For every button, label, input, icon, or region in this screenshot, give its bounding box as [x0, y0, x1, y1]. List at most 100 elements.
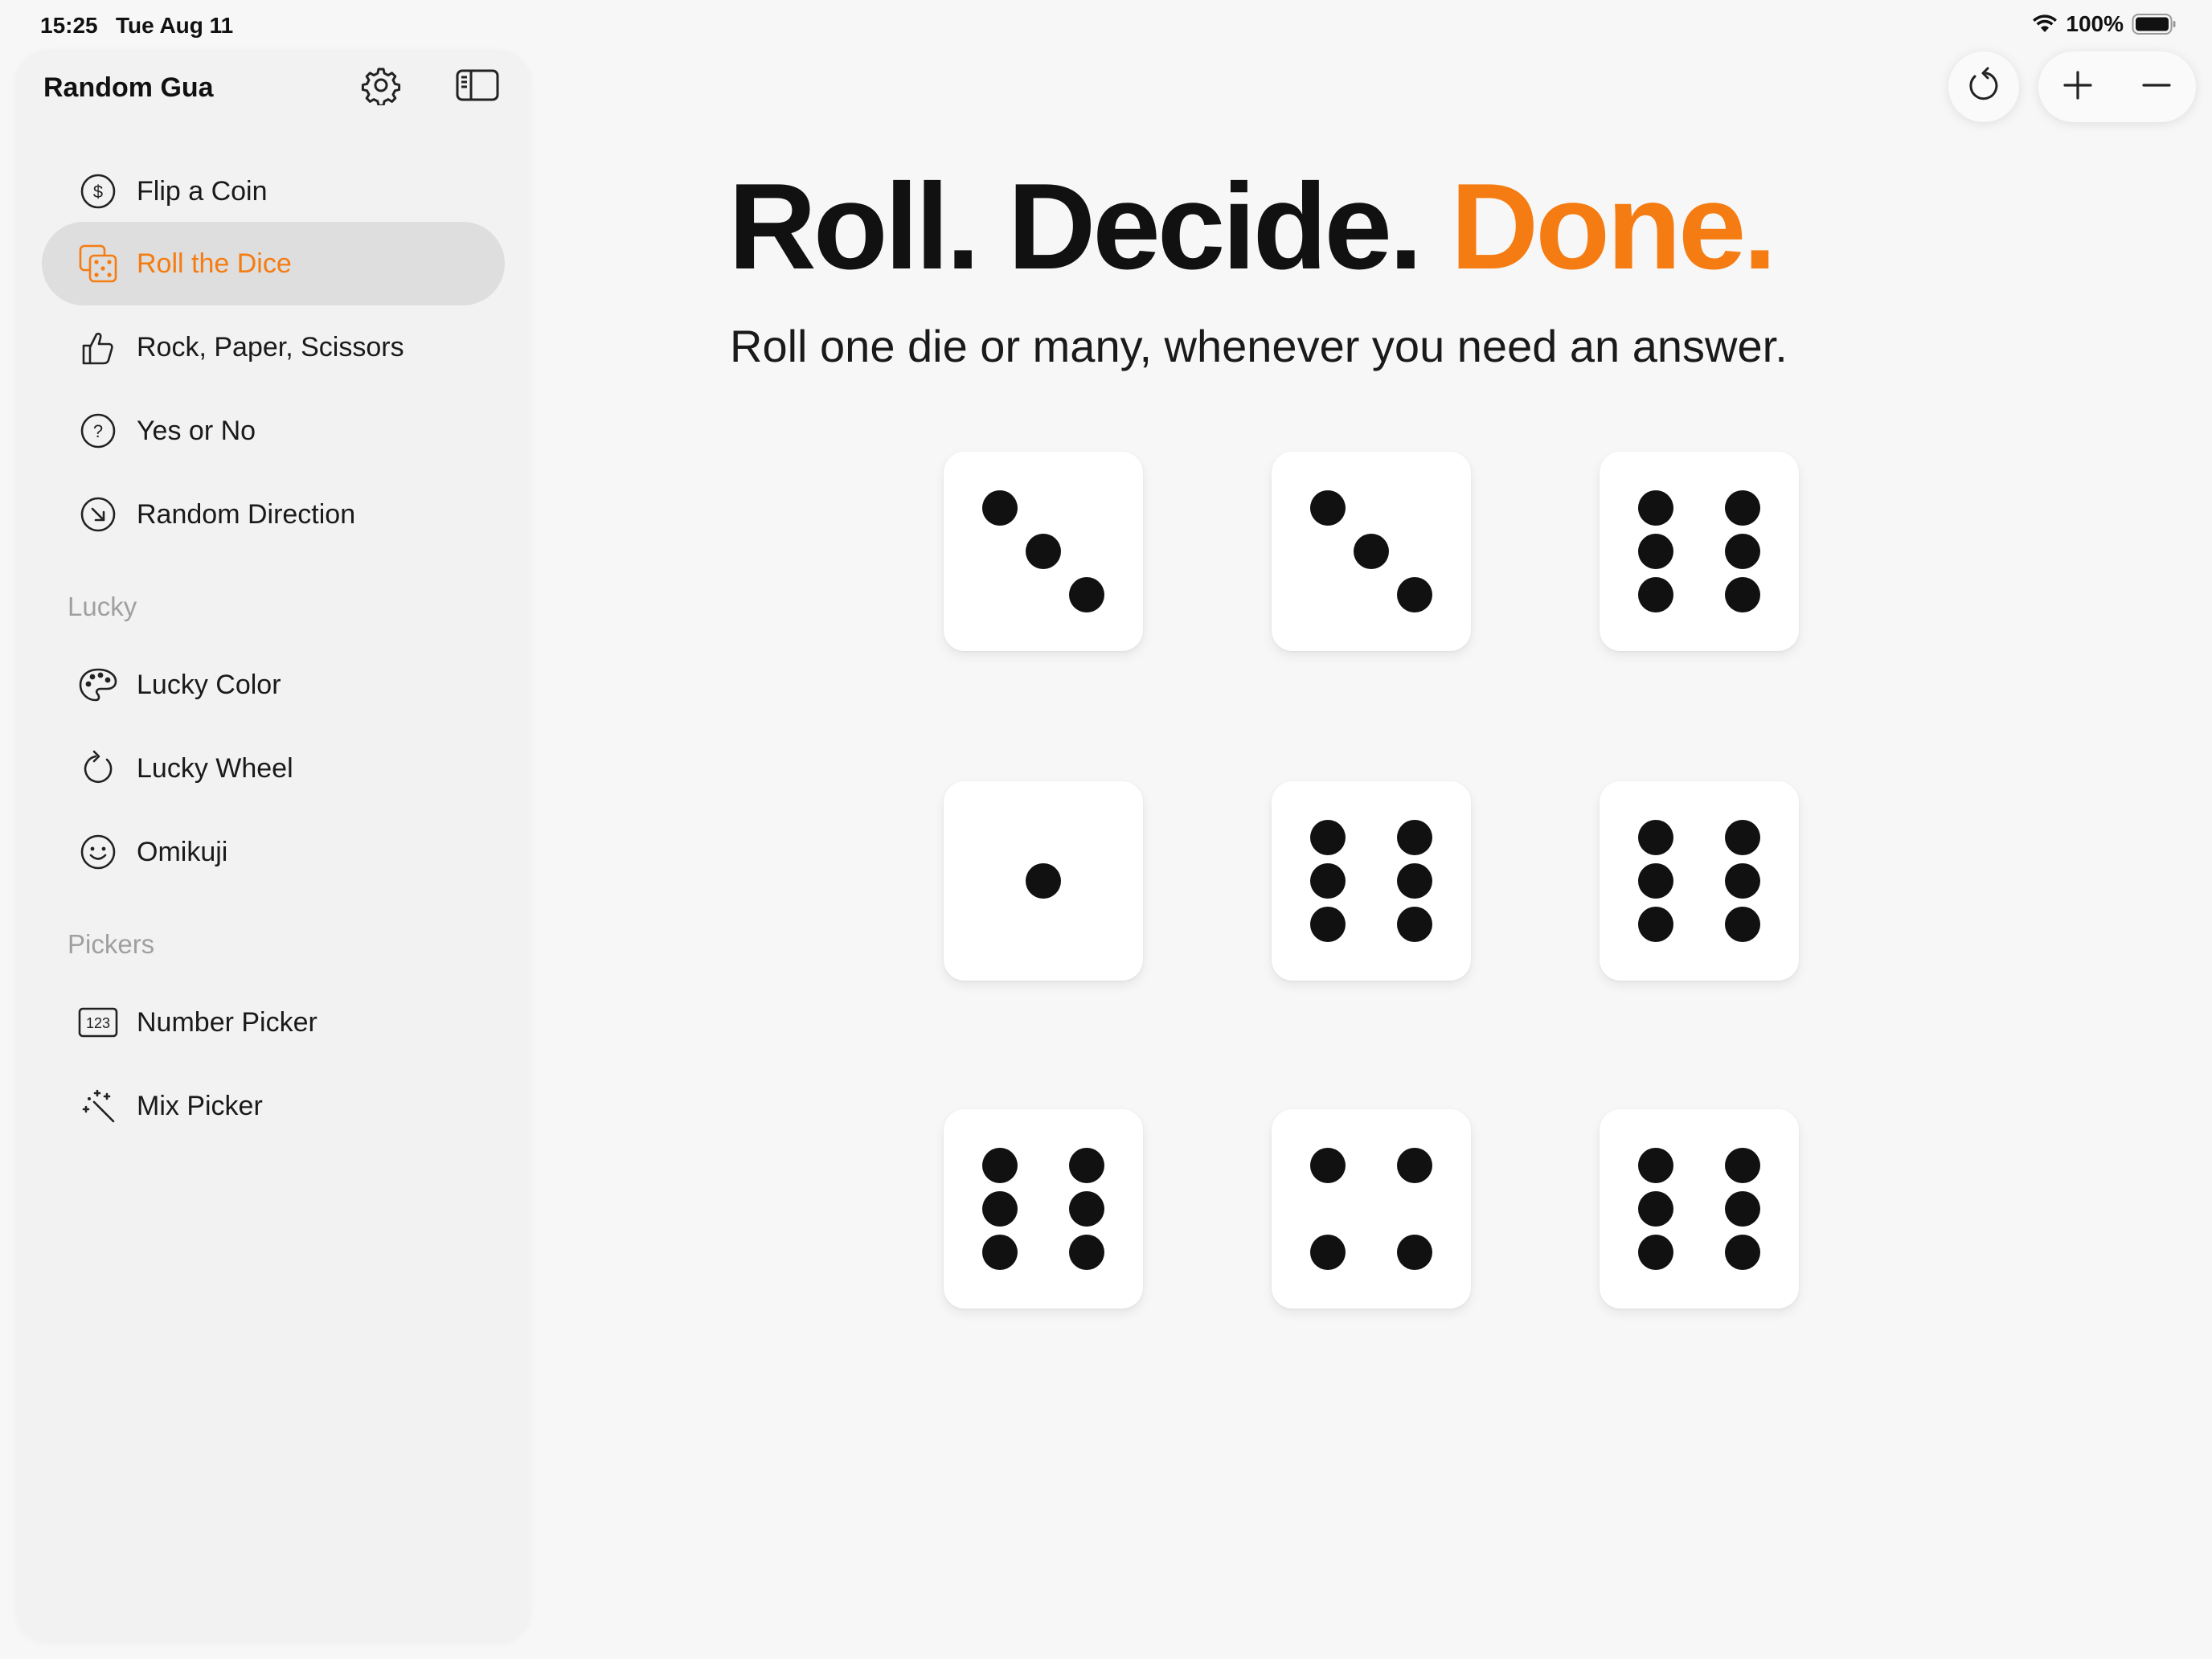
sidebar-item-label: Number Picker [137, 1006, 317, 1038]
battery-icon [2132, 13, 2177, 35]
die-6[interactable] [1600, 781, 1799, 981]
die-pip [1725, 820, 1760, 855]
sidebar-item-label: Mix Picker [137, 1090, 263, 1121]
svg-text:123: 123 [86, 1015, 110, 1031]
die-pip [1397, 1235, 1432, 1270]
die-pip [1638, 863, 1673, 899]
sidebar-item-number-picker[interactable]: 123 Number Picker [42, 981, 505, 1064]
die-pip [982, 1235, 1018, 1270]
die-pip [1397, 577, 1432, 612]
dollar-circle-icon: $ [77, 170, 119, 212]
die-pip [1638, 907, 1673, 942]
die-7[interactable] [944, 1109, 1143, 1309]
die-pip [1725, 1191, 1760, 1227]
hero-title-main: Roll. Decide. [728, 158, 1451, 295]
svg-text:$: $ [93, 182, 103, 202]
sidebar-item-lucky-wheel[interactable]: Lucky Wheel [42, 727, 505, 810]
hero-subtitle: Roll one die or many, whenever you need … [730, 321, 1788, 371]
hero-title-accent: Done. [1450, 158, 1776, 295]
smiley-icon [77, 831, 119, 873]
die-pip [1638, 1235, 1673, 1270]
die-pip [1397, 820, 1432, 855]
die-pip [1725, 534, 1760, 569]
die-pip [1310, 490, 1346, 526]
section-title-pickers: Pickers [68, 929, 155, 959]
sidebar-item-label: Roll the Dice [137, 248, 292, 279]
section-title-lucky: Lucky [68, 592, 137, 621]
remove-die-button[interactable] [2117, 51, 2196, 122]
sidebar-item-label: Lucky Color [137, 669, 281, 700]
add-die-button[interactable] [2038, 51, 2117, 122]
die-pip [1310, 907, 1346, 942]
palette-icon [77, 664, 119, 706]
question-circle-icon: ? [77, 410, 119, 452]
die-3[interactable] [1600, 452, 1799, 651]
wifi-icon [2032, 14, 2058, 34]
sidebar-item-yes-or-no[interactable]: ? Yes or No [42, 389, 505, 473]
magic-wand-icon [77, 1085, 119, 1127]
battery-percent: 100% [2066, 11, 2124, 36]
sidebar-toggle-button[interactable] [453, 63, 502, 111]
die-pip [1725, 1148, 1760, 1183]
sidebar: Random Gua $ Flip a Coin Roll the Dice R… [16, 50, 530, 1641]
die-pip [1638, 1191, 1673, 1227]
hero-title: Roll. Decide. Done. [728, 166, 1777, 288]
die-pip [1026, 534, 1061, 569]
die-5[interactable] [1272, 781, 1471, 981]
sidebar-item-roll-the-dice[interactable]: Roll the Dice [42, 222, 505, 305]
die-pip [1397, 1148, 1432, 1183]
die-pip [1638, 820, 1673, 855]
sidebar-item-label: Random Direction [137, 498, 356, 530]
die-pip [1026, 863, 1061, 899]
sidebar-item-mix-picker[interactable]: Mix Picker [42, 1064, 505, 1148]
die-pip [1638, 1148, 1673, 1183]
die-pip [1069, 577, 1104, 612]
die-pip [1638, 490, 1673, 526]
settings-button[interactable] [357, 63, 405, 111]
die-8[interactable] [1272, 1109, 1471, 1309]
sidebar-item-rock-paper-scissors[interactable]: Rock, Paper, Scissors [42, 305, 505, 389]
status-bar: 15:25 Tue Aug 11 100% [0, 0, 2212, 51]
die-pip [1310, 863, 1346, 899]
minus-icon [2140, 69, 2173, 105]
svg-text:?: ? [93, 421, 103, 441]
plus-icon [2062, 69, 2094, 105]
die-2[interactable] [1272, 452, 1471, 651]
sidebar-header: Random Gua [16, 50, 530, 124]
sidebar-item-omikuji[interactable]: Omikuji [42, 810, 505, 894]
die-pip [1310, 820, 1346, 855]
status-indicators: 100% [2032, 11, 2177, 37]
hand-thumb-icon [77, 326, 119, 368]
die-pip [1397, 907, 1432, 942]
app-title: Random Gua [43, 72, 214, 103]
sidebar-item-lucky-color[interactable]: Lucky Color [42, 643, 505, 727]
reroll-button[interactable] [1948, 51, 2019, 122]
die-pip [1310, 1235, 1346, 1270]
die-pip [1638, 577, 1673, 612]
sidebar-item-random-direction[interactable]: Random Direction [42, 473, 505, 556]
sidebar-item-flip-a-coin[interactable]: $ Flip a Coin [42, 150, 505, 233]
die-pip [982, 1191, 1018, 1227]
die-pip [1725, 1235, 1760, 1270]
die-pip [1069, 1148, 1104, 1183]
sidebar-icon [456, 68, 499, 106]
die-pip [982, 1148, 1018, 1183]
status-time: 15:25 [40, 13, 98, 38]
die-pip [1725, 863, 1760, 899]
die-pip [1397, 863, 1432, 899]
die-4[interactable] [944, 781, 1143, 981]
number-123-icon: 123 [77, 1002, 119, 1043]
die-9[interactable] [1600, 1109, 1799, 1309]
die-1[interactable] [944, 452, 1143, 651]
rotate-ccw-icon [1965, 67, 2002, 108]
rotate-icon [77, 748, 119, 789]
die-pip [1354, 534, 1389, 569]
sidebar-item-label: Flip a Coin [137, 175, 268, 207]
die-pip [1310, 1148, 1346, 1183]
die-pip [1069, 1235, 1104, 1270]
status-date: Tue Aug 11 [116, 13, 234, 38]
dice-icon [77, 243, 119, 285]
gear-icon [361, 65, 401, 109]
sidebar-item-label: Lucky Wheel [137, 752, 293, 784]
sidebar-item-label: Yes or No [137, 415, 256, 446]
